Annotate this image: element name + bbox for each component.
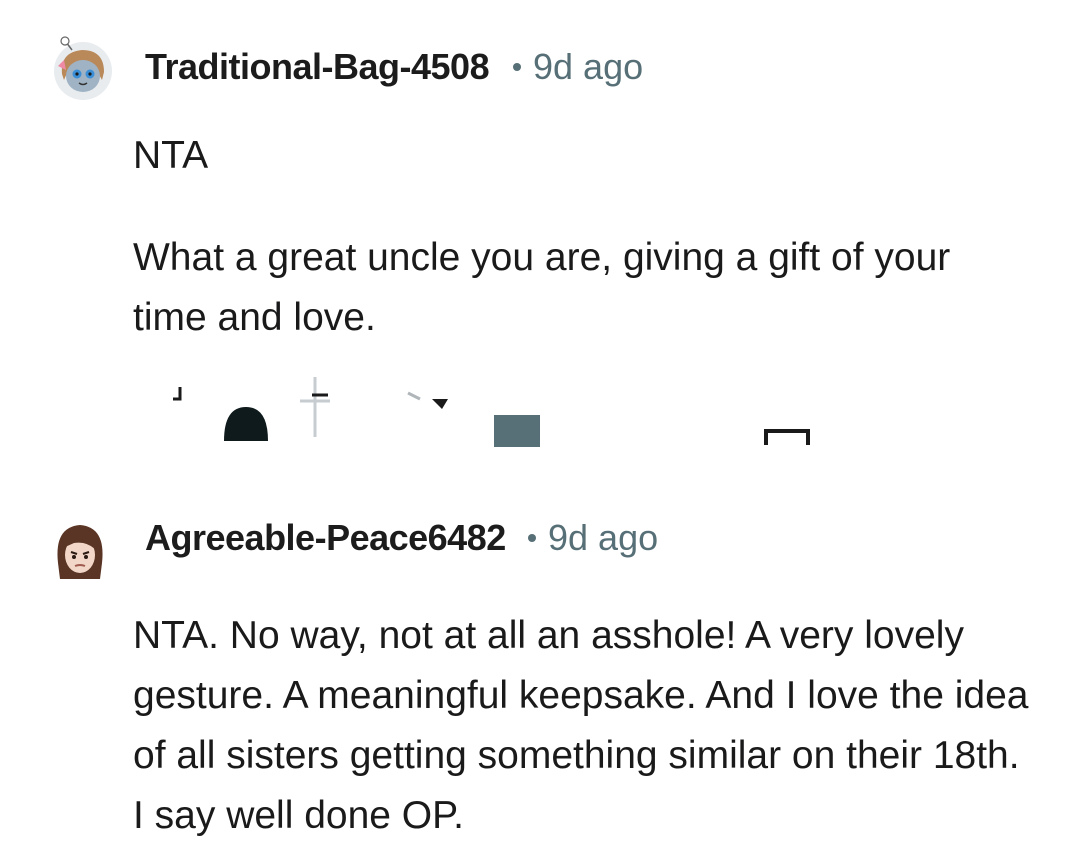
separator-dot: [528, 534, 536, 542]
comment-meta: 9d ago: [513, 46, 643, 88]
collapse-icon[interactable]: [764, 427, 810, 447]
username[interactable]: Agreeable-Peace6482: [145, 517, 506, 559]
username[interactable]: Traditional-Bag-4508: [145, 46, 490, 88]
reply-icon[interactable]: [404, 389, 450, 433]
share-icon[interactable]: [300, 377, 336, 437]
upvote-icon[interactable]: [170, 385, 184, 405]
comment-body-paragraph: What a great uncle you are, giving a gif…: [133, 236, 951, 339]
timestamp: 9d ago: [533, 46, 644, 87]
avatar[interactable]: [50, 34, 116, 100]
timestamp: 9d ago: [548, 517, 659, 558]
comment-meta: 9d ago: [528, 517, 658, 559]
comment: Traditional-Bag-4508 9d ago NTA What a g…: [0, 30, 1080, 447]
more-icon[interactable]: [494, 415, 540, 447]
avatar-icon: [54, 36, 112, 100]
comment: Agreeable-Peace6482 9d ago NTA. No way, …: [0, 515, 1080, 837]
comment-body-paragraph: NTA: [133, 134, 209, 177]
award-icon[interactable]: [222, 401, 270, 441]
avatar[interactable]: [52, 519, 108, 583]
comment-header: Agreeable-Peace6482 9d ago: [0, 515, 1080, 590]
comment-header: Traditional-Bag-4508 9d ago: [0, 30, 1080, 105]
comment-actions: [160, 375, 860, 447]
avatar-icon: [57, 525, 103, 579]
separator-dot: [513, 63, 521, 71]
comment-body-paragraph: NTA. No way, not at all an asshole! A ve…: [133, 614, 1029, 837]
